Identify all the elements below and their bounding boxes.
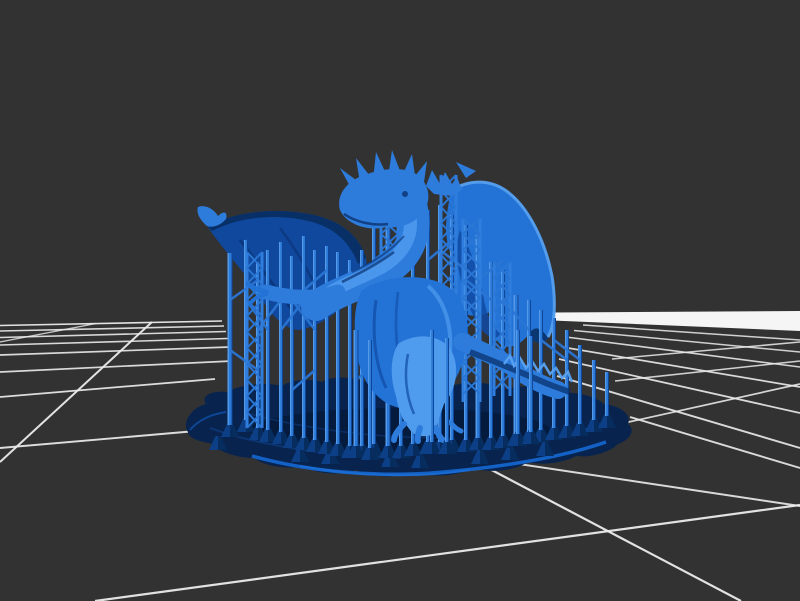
dragon-arm (266, 292, 338, 297)
viewport-3d[interactable] (0, 0, 800, 601)
truss-rail (455, 175, 458, 310)
truss-rail (479, 218, 482, 402)
truss-rail (261, 252, 264, 428)
dragon-eye (402, 191, 408, 197)
scene-svg (0, 0, 800, 601)
truss-rail (246, 252, 249, 428)
